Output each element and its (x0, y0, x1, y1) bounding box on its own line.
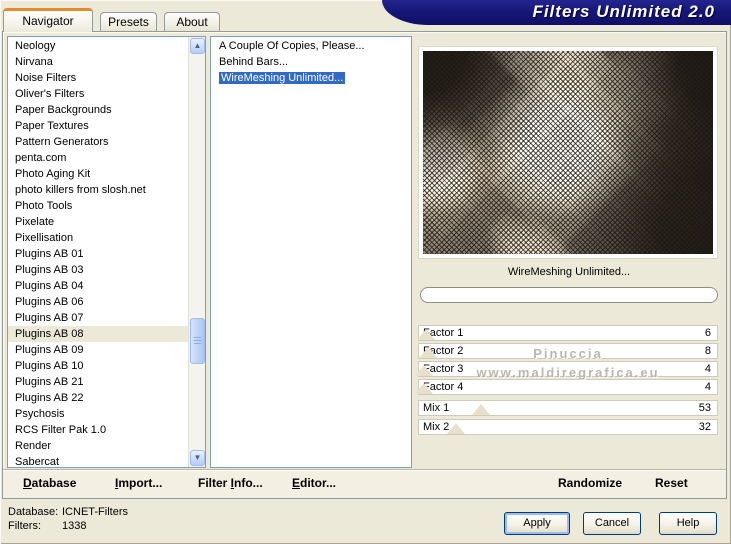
tab-navigator[interactable]: Navigator (3, 8, 93, 32)
param-value: 4 (704, 363, 711, 375)
category-item[interactable]: Psychosis (8, 406, 188, 422)
filter-list[interactable]: A Couple Of Copies, Please... Behind Bar… (210, 36, 412, 468)
category-item[interactable]: Photo Tools (8, 198, 188, 214)
category-list[interactable]: Neology Nirvana Noise Filters Oliver's F… (7, 36, 206, 468)
category-item[interactable]: Plugins AB 03 (8, 262, 188, 278)
preview-image (423, 51, 713, 254)
category-item[interactable]: Render (8, 438, 188, 454)
randomize-button[interactable]: Randomize (558, 476, 622, 490)
param-slider-factor3[interactable]: Factor 3 4 (414, 361, 718, 377)
status-database-label: Database: (8, 506, 59, 518)
param-value: 53 (698, 402, 711, 414)
category-item[interactable]: Noise Filters (8, 70, 188, 86)
scrollbar-thumb[interactable] (190, 318, 205, 364)
filters-unlimited-dialog: Filters Unlimited 2.0 Navigator Presets … (0, 0, 731, 544)
slider-thumb[interactable] (471, 404, 490, 415)
preview-frame (418, 46, 718, 259)
category-item-selected[interactable]: Plugins AB 08 (8, 326, 188, 342)
apply-button[interactable]: Apply (504, 512, 570, 535)
category-item[interactable]: penta.com (8, 150, 188, 166)
category-item[interactable]: photo killers from slosh.net (8, 182, 188, 198)
tab-presets[interactable]: Presets (100, 12, 157, 32)
category-scrollbar[interactable]: ▲ ▼ (188, 37, 205, 467)
category-item[interactable]: Plugins AB 06 (8, 294, 188, 310)
param-value: 6 (704, 327, 711, 339)
category-item[interactable]: Nirvana (8, 54, 188, 70)
status-area: Database: ICNET-Filters Filters: 1338 (8, 505, 128, 533)
param-slider-factor4[interactable]: Factor 4 4 (414, 379, 718, 395)
filter-item[interactable]: Behind Bars... (211, 54, 394, 70)
filter-item-label: WireMeshing Unlimited... (219, 72, 346, 84)
filter-info-button[interactable]: Filter Info... (198, 476, 263, 490)
editor-button[interactable]: Editor... (292, 476, 336, 490)
category-list-items: Neology Nirvana Noise Filters Oliver's F… (8, 38, 188, 467)
category-item[interactable]: RCS Filter Pak 1.0 (8, 422, 188, 438)
status-filters-row: Filters: 1338 (8, 519, 128, 533)
slider-thumb[interactable] (417, 329, 436, 340)
category-item[interactable]: Pixellisation (8, 230, 188, 246)
param-value: 4 (704, 381, 711, 393)
app-title: Filters Unlimited 2.0 (532, 2, 715, 21)
title-banner: Filters Unlimited 2.0 (382, 0, 731, 25)
param-label: Mix 2 (423, 421, 450, 433)
category-item[interactable]: Pixelate (8, 214, 188, 230)
filter-item[interactable]: A Couple Of Copies, Please... (211, 38, 394, 54)
preview-mesh-overlay (423, 51, 713, 254)
reset-button[interactable]: Reset (655, 476, 688, 490)
category-item[interactable]: Plugins AB 07 (8, 310, 188, 326)
status-filters-label: Filters: (8, 520, 41, 532)
category-item[interactable]: Plugins AB 21 (8, 374, 188, 390)
param-slider-mix1[interactable]: Mix 1 53 (418, 400, 718, 416)
category-item[interactable]: Paper Backgrounds (8, 102, 188, 118)
category-item[interactable]: Paper Textures (8, 118, 188, 134)
param-label: Mix 1 (423, 402, 450, 414)
category-item[interactable]: Photo Aging Kit (8, 166, 188, 182)
category-item[interactable]: Neology (8, 38, 188, 54)
category-item[interactable]: Plugins AB 22 (8, 390, 188, 406)
slider-thumb[interactable] (447, 423, 466, 434)
navigator-page: Neology Nirvana Noise Filters Oliver's F… (2, 31, 727, 499)
category-item[interactable]: Oliver's Filters (8, 86, 188, 102)
slider-thumb[interactable] (419, 347, 438, 358)
status-database-value: ICNET-Filters (62, 506, 128, 518)
status-filters-value: 1338 (62, 520, 87, 532)
category-item[interactable]: Plugins AB 01 (8, 246, 188, 262)
slider-thumb[interactable] (414, 383, 433, 394)
help-button[interactable]: Help (659, 512, 717, 535)
param-value: 32 (698, 421, 711, 433)
selected-filter-label: WireMeshing Unlimited... (507, 266, 631, 278)
database-button[interactable]: Database (23, 476, 76, 490)
param-value: 8 (704, 345, 711, 357)
scroll-down-icon[interactable]: ▼ (190, 450, 205, 466)
category-item[interactable]: Plugins AB 10 (8, 358, 188, 374)
param-slider-mix2[interactable]: Mix 2 32 (418, 419, 718, 435)
import-button[interactable]: Import... (115, 476, 162, 490)
cancel-button[interactable]: Cancel (583, 512, 641, 535)
category-item[interactable]: Plugins AB 04 (8, 278, 188, 294)
category-item[interactable]: Plugins AB 09 (8, 342, 188, 358)
scroll-up-icon[interactable]: ▲ (190, 38, 205, 54)
filter-item-selected[interactable]: WireMeshing Unlimited... (211, 70, 394, 86)
status-database-row: Database: ICNET-Filters (8, 505, 128, 519)
category-item[interactable]: Pattern Generators (8, 134, 188, 150)
slider-thumb[interactable] (414, 365, 433, 376)
category-item[interactable]: Sabercat (8, 454, 188, 467)
bottom-toolbar: Database Import... Filter Info... Editor… (3, 469, 726, 498)
tab-about[interactable]: About (164, 12, 220, 32)
scrollbar-grip (194, 337, 201, 345)
param-slider-factor1[interactable]: Factor 1 6 (417, 325, 718, 341)
param-slider-factor2[interactable]: Factor 2 8 (418, 343, 718, 359)
filter-list-items: A Couple Of Copies, Please... Behind Bar… (211, 38, 394, 467)
progress-bar (420, 287, 718, 303)
